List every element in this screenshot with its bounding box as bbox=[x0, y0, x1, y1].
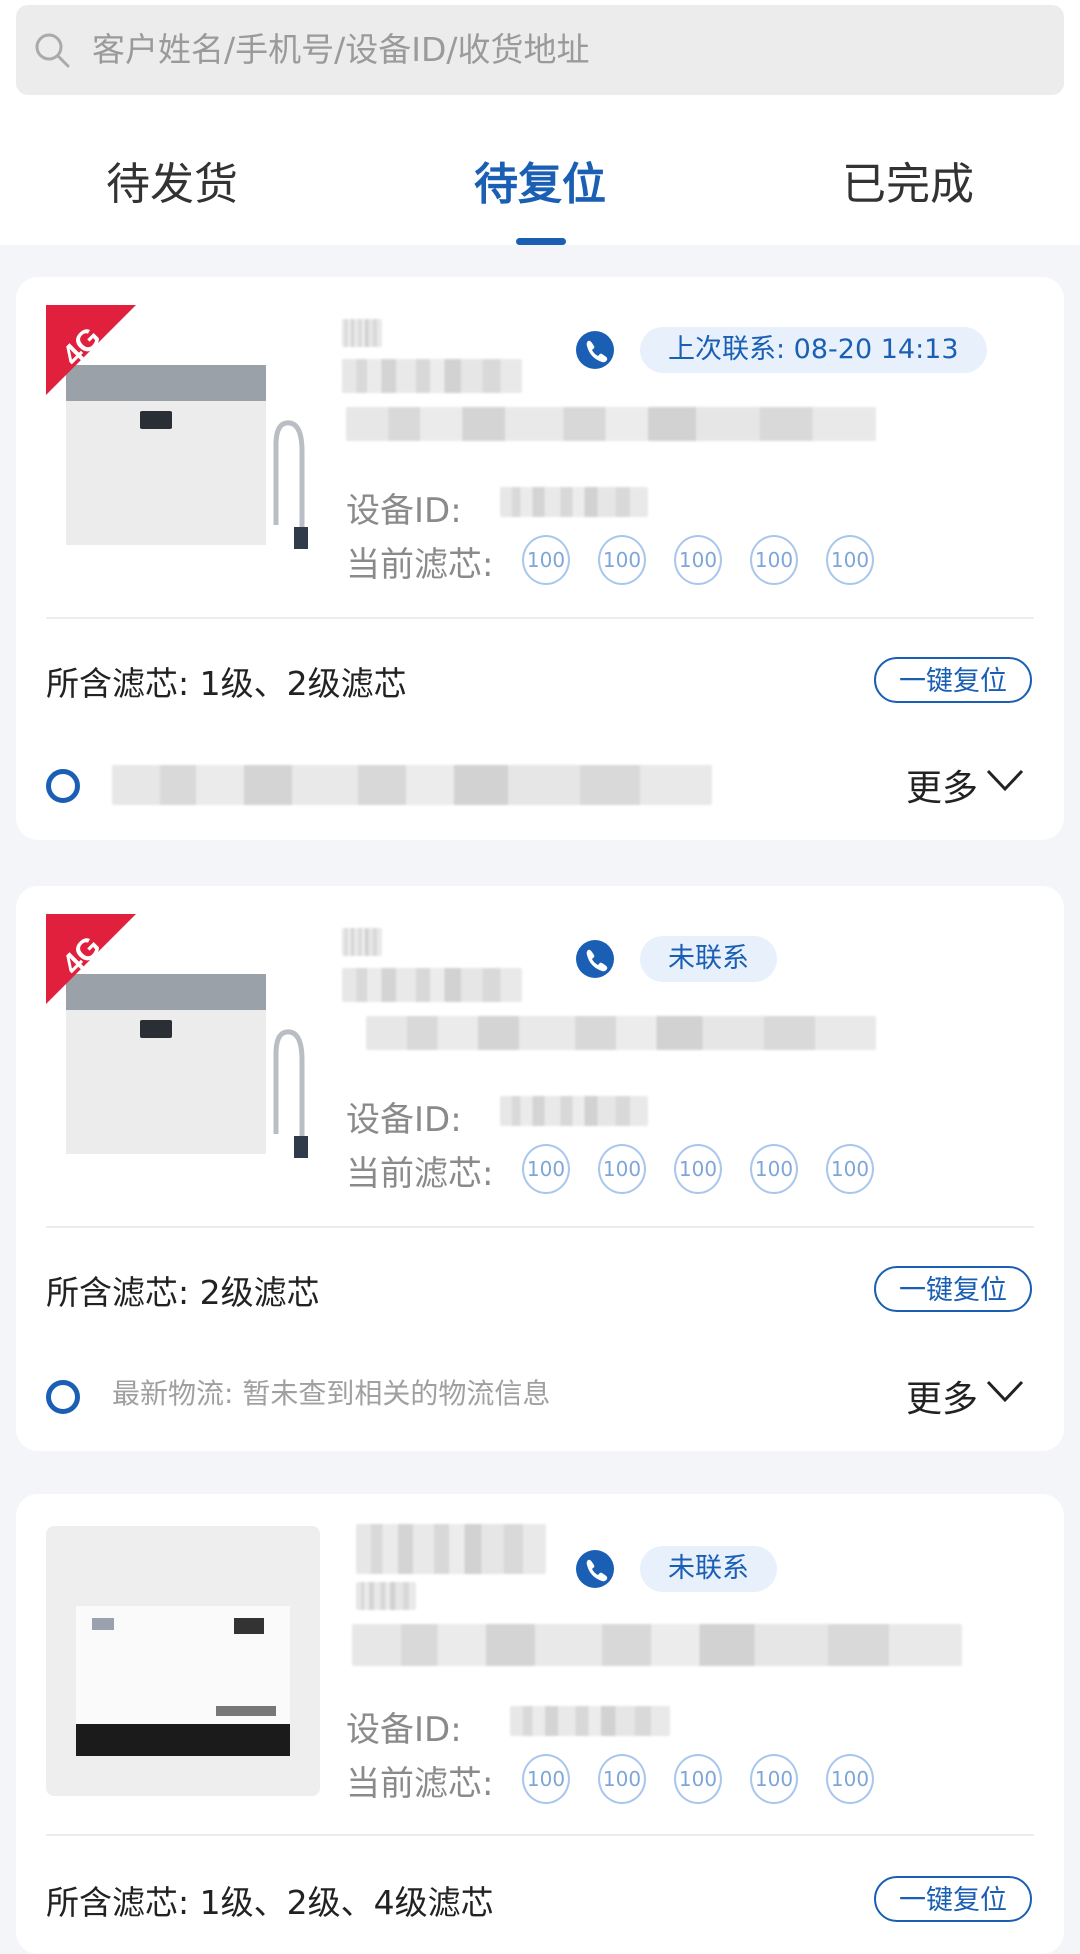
device-id-label: 设备ID: bbox=[346, 491, 462, 531]
more-label: 更多 bbox=[906, 768, 979, 809]
customer-phone-redacted bbox=[342, 359, 522, 393]
order-card[interactable]: 4G 上次联系: 08-20 14:13 设备ID: 当前滤芯: 100 100… bbox=[16, 277, 1064, 840]
contact-status-badge: 未联系 bbox=[640, 1546, 777, 1592]
current-filters-label: 当前滤芯: bbox=[346, 1764, 494, 1804]
search-icon bbox=[35, 33, 70, 68]
filter-level-circle: 100 bbox=[674, 1754, 722, 1804]
order-card[interactable]: 4G 未联系 设备ID: 当前滤芯: 100 100 100 100 100 所… bbox=[16, 886, 1064, 1451]
logistics-status-dot bbox=[46, 769, 80, 803]
filter-level-circle: 100 bbox=[750, 535, 798, 585]
filter-level-circle: 100 bbox=[826, 535, 874, 585]
order-card[interactable]: 未联系 设备ID: 当前滤芯: 100 100 100 100 100 所含滤芯… bbox=[16, 1494, 1064, 1954]
device-id-label: 设备ID: bbox=[346, 1100, 462, 1140]
filter-level-circle: 100 bbox=[598, 535, 646, 585]
current-filters-label: 当前滤芯: bbox=[346, 545, 494, 585]
filter-level-circle: 100 bbox=[826, 1144, 874, 1194]
device-id-redacted bbox=[500, 487, 648, 517]
customer-phone-redacted bbox=[356, 1582, 416, 1610]
more-label: 更多 bbox=[906, 1379, 979, 1420]
filter-level-circle: 100 bbox=[750, 1144, 798, 1194]
address-redacted bbox=[352, 1624, 962, 1666]
phone-icon[interactable] bbox=[576, 331, 614, 369]
customer-name-redacted bbox=[356, 1524, 546, 1574]
customer-phone-redacted bbox=[342, 968, 522, 1002]
included-filters-text: 所含滤芯: 1级、2级滤芯 bbox=[46, 664, 407, 703]
included-filters-text: 所含滤芯: 1级、2级、4级滤芯 bbox=[46, 1883, 494, 1922]
tab-pending-shipment[interactable]: 待发货 bbox=[22, 140, 322, 230]
more-button[interactable]: 更多 bbox=[906, 1370, 1024, 1422]
customer-name-redacted bbox=[342, 928, 382, 956]
water-purifier-image: 4G bbox=[46, 305, 336, 555]
top-bar: 客户姓名/手机号/设备ID/收货地址 待发货 待复位 已完成 bbox=[0, 0, 1080, 245]
phone-icon[interactable] bbox=[576, 940, 614, 978]
filter-level-circle: 100 bbox=[598, 1754, 646, 1804]
divider bbox=[46, 1226, 1034, 1228]
filter-level-circle: 100 bbox=[522, 535, 570, 585]
logistics-status-dot bbox=[46, 1380, 80, 1414]
address-redacted bbox=[366, 1016, 876, 1050]
search-input[interactable]: 客户姓名/手机号/设备ID/收货地址 bbox=[92, 5, 590, 95]
filter-level-circle: 100 bbox=[598, 1144, 646, 1194]
water-purifier-image: 4G bbox=[46, 914, 336, 1164]
filter-level-circle: 100 bbox=[750, 1754, 798, 1804]
logistics-text: 最新物流: 暂未查到相关的物流信息 bbox=[112, 1377, 551, 1410]
filter-level-circle: 100 bbox=[826, 1754, 874, 1804]
device-id-label: 设备ID: bbox=[346, 1710, 462, 1750]
one-click-reset-button[interactable]: 一键复位 bbox=[874, 1266, 1032, 1312]
contact-status-badge: 上次联系: 08-20 14:13 bbox=[640, 327, 987, 373]
divider bbox=[46, 1834, 1034, 1836]
more-button[interactable]: 更多 bbox=[906, 759, 1024, 811]
one-click-reset-button[interactable]: 一键复位 bbox=[874, 657, 1032, 703]
filter-level-circle: 100 bbox=[674, 535, 722, 585]
customer-name-redacted bbox=[342, 319, 382, 347]
tab-completed[interactable]: 已完成 bbox=[758, 140, 1058, 230]
tab-label: 待发货 bbox=[106, 159, 238, 210]
chevron-down-icon bbox=[986, 1380, 1024, 1403]
filter-level-circle: 100 bbox=[522, 1144, 570, 1194]
active-tab-indicator bbox=[516, 238, 566, 245]
tab-label: 已完成 bbox=[842, 159, 974, 210]
included-filters-text: 所含滤芯: 2级滤芯 bbox=[46, 1273, 320, 1312]
phone-icon[interactable] bbox=[576, 1550, 614, 1588]
filter-level-circle: 100 bbox=[674, 1144, 722, 1194]
address-redacted bbox=[346, 407, 876, 441]
current-filters-label: 当前滤芯: bbox=[346, 1154, 494, 1194]
tab-label: 待复位 bbox=[474, 159, 606, 210]
one-click-reset-button[interactable]: 一键复位 bbox=[874, 1876, 1032, 1922]
logistics-text-redacted bbox=[112, 765, 712, 805]
tab-pending-reset[interactable]: 待复位 bbox=[390, 140, 690, 245]
filter-level-circle: 100 bbox=[522, 1754, 570, 1804]
divider bbox=[46, 617, 1034, 619]
device-id-redacted bbox=[510, 1706, 670, 1736]
contact-status-badge: 未联系 bbox=[640, 936, 777, 982]
tab-bar: 待发货 待复位 已完成 bbox=[0, 140, 1080, 245]
filter-box-image bbox=[46, 1526, 320, 1796]
search-bar[interactable]: 客户姓名/手机号/设备ID/收货地址 bbox=[16, 5, 1064, 95]
chevron-down-icon bbox=[986, 769, 1024, 792]
device-id-redacted bbox=[500, 1096, 648, 1126]
